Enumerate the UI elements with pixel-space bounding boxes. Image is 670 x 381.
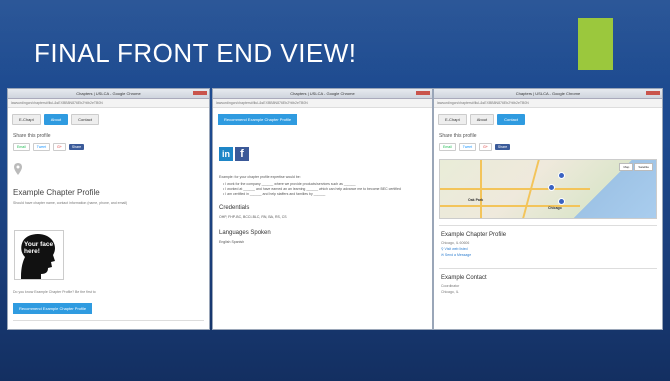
- url-bar[interactable]: lawsurdingcn/chapters#!lluL&sEXBB8N876Eb…: [213, 99, 432, 108]
- map-label: Chicago: [548, 206, 562, 210]
- face-placeholder-image: Your face here!: [14, 230, 64, 280]
- email-share-button[interactable]: Email: [439, 143, 456, 151]
- window-titlebar: Chapters | USLCA - Google Chrome: [213, 89, 432, 99]
- profile-card: Example Chapter Profile Chicago, IL 6060…: [439, 225, 657, 258]
- send-message-link[interactable]: ✉ Send a Message: [439, 252, 657, 258]
- map-button[interactable]: Map: [619, 163, 634, 171]
- tab-echapt[interactable]: E-Chapt: [12, 114, 41, 125]
- slide: FINAL FRONT END VIEW! Chapters | USLCA -…: [0, 0, 670, 381]
- browser-window-about[interactable]: Chapters | USLCA - Google Chrome lawsurd…: [7, 88, 210, 330]
- tweet-button[interactable]: Tweet: [458, 143, 477, 151]
- social-icons: in f: [213, 127, 432, 165]
- face-text: Your face here!: [24, 241, 54, 255]
- share-button[interactable]: Share: [494, 144, 511, 150]
- window-controls[interactable]: [416, 91, 430, 95]
- tab-contact[interactable]: Contact: [71, 114, 99, 125]
- satellite-button[interactable]: Satellite: [634, 163, 653, 171]
- contact-location: Chicago, IL: [441, 290, 459, 294]
- facebook-icon[interactable]: f: [235, 147, 249, 161]
- url-bar[interactable]: lawsurdingcn/chapters#!lluL&sEXBB8N876Eb…: [8, 99, 209, 108]
- gplus-button[interactable]: G+: [53, 143, 66, 151]
- profile-card-title: Example Chapter Profile: [441, 232, 507, 238]
- share-buttons: Email Tweet G+ Share: [434, 141, 662, 153]
- bullet-text: I am certified in ______ and help staffe…: [225, 192, 326, 196]
- share-label: Share this profile: [439, 133, 477, 139]
- profile-tabs: E-Chapt About Contact: [8, 108, 209, 128]
- expertise-intro: Example: for your chapter profile expert…: [219, 175, 301, 179]
- languages-heading: Languages Spoken: [219, 230, 271, 236]
- location-map[interactable]: Map Satellite Oak Park Chicago: [439, 159, 657, 219]
- window-titlebar: Chapters | USLCA - Google Chrome: [8, 89, 209, 99]
- profile-title: Example Chapter Profile: [13, 188, 100, 197]
- credentials-heading: Credentials: [219, 205, 250, 211]
- share-button[interactable]: Share: [68, 144, 85, 150]
- slide-title: FINAL FRONT END VIEW!: [34, 38, 357, 68]
- credentials-text: OHP, FHP-BC, BCCI-BLC, RN, BA, RS, CS: [219, 215, 287, 219]
- tab-about[interactable]: About: [43, 114, 69, 125]
- head-silhouette-icon: [21, 233, 55, 279]
- languages-text: English Spanish: [219, 240, 245, 244]
- tab-contact[interactable]: Contact: [497, 114, 525, 125]
- share-buttons: Email Tweet G+ Share: [8, 141, 209, 153]
- browser-window-contact[interactable]: Chapters | USLCA - Google Chrome lawsurd…: [433, 88, 663, 330]
- tweet-button[interactable]: Tweet: [32, 143, 51, 151]
- recommend-button[interactable]: Recommend Example Chapter Profile: [13, 303, 93, 314]
- contact-card-title: Example Contact: [441, 275, 487, 281]
- share-label: Share this profile: [13, 133, 51, 139]
- contact-card: Example Contact Coordinator Chicago, IL: [439, 268, 657, 295]
- divider: [13, 320, 204, 321]
- map-pin-icon[interactable]: [558, 198, 565, 205]
- tab-about[interactable]: About: [469, 114, 495, 125]
- recommend-button[interactable]: Recommend Example Chapter Profile: [218, 114, 298, 125]
- gplus-button[interactable]: G+: [479, 143, 492, 151]
- browser-window-credentials[interactable]: Chapters | USLCA - Google Chrome lawsurd…: [212, 88, 433, 330]
- window-title: Chapters | USLCA - Google Chrome: [290, 91, 355, 96]
- email-share-button[interactable]: Email: [13, 143, 30, 151]
- window-controls[interactable]: [646, 91, 660, 95]
- window-title: Chapters | USLCA - Google Chrome: [515, 91, 581, 96]
- map-pin-icon[interactable]: [558, 172, 565, 179]
- profile-tabs: E-Chapt About Contact: [434, 108, 662, 128]
- accent-block: [578, 18, 613, 70]
- location-pin-icon: [14, 163, 22, 175]
- map-label: Oak Park: [468, 198, 484, 202]
- bullet-text: I work for the company ______ where we p…: [225, 182, 356, 186]
- bullet-text: I worked at ______ and have earned an an…: [225, 187, 401, 191]
- map-type-buttons: Map Satellite: [619, 163, 653, 171]
- profile-description: Should have chapter name, contact inform…: [13, 201, 128, 205]
- linkedin-icon[interactable]: in: [219, 147, 233, 161]
- map-pin-icon[interactable]: [548, 184, 555, 191]
- window-controls[interactable]: [193, 91, 207, 95]
- map-road: [480, 160, 482, 218]
- window-title: Chapters | USLCA - Google Chrome: [76, 91, 141, 96]
- tab-echapt[interactable]: E-Chapt: [438, 114, 467, 125]
- map-road: [440, 188, 590, 190]
- window-titlebar: Chapters | USLCA - Google Chrome: [434, 89, 662, 99]
- url-bar[interactable]: lawsurdingcn/chapters#!lluL&sEXBB8N876Eb…: [434, 99, 662, 108]
- link-text: Send a Message: [444, 253, 472, 257]
- link-text: Visit web listed: [444, 247, 468, 251]
- recommend-prompt: Do you know Example Chapter Profile? Be …: [13, 290, 96, 294]
